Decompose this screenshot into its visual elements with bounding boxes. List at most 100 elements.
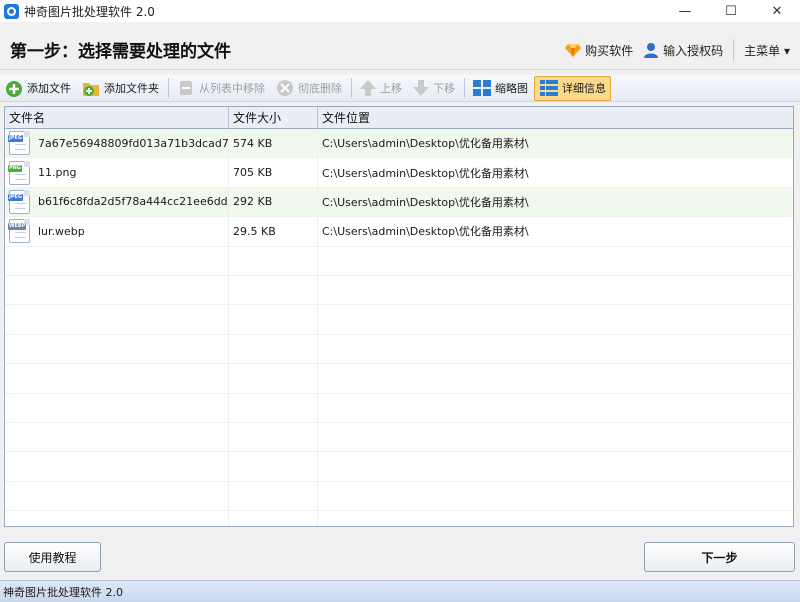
file-size-cell [229, 510, 318, 526]
file-size-cell [229, 422, 318, 452]
delete-completely-label: 彻底删除 [298, 82, 342, 95]
buy-software-label: 购买软件 [585, 43, 634, 58]
file-type-tag: PNG [8, 164, 22, 172]
file-toolbar: 添加文件 添加文件夹 从列表中移除 彻底删除 上移 下移 缩略图 详细信息 [0, 75, 800, 102]
add-file-button[interactable]: 添加文件 [0, 76, 75, 101]
window-controls: — ☐ ✕ [662, 0, 800, 22]
column-header-location[interactable]: 文件位置 [318, 107, 793, 129]
gem-icon [565, 44, 582, 57]
image-file-icon: JPEG [8, 131, 30, 156]
column-header-filename[interactable]: 文件名 [5, 107, 229, 129]
step-header: 第一步：选择需要处理的文件 购买软件 输入授权码 主菜单 ▾ [0, 30, 800, 70]
add-folder-label: 添加文件夹 [104, 82, 159, 95]
empty-row [5, 393, 793, 423]
add-folder-icon [83, 83, 99, 96]
image-file-icon: WEBP [8, 219, 30, 244]
thumbnail-view-button[interactable]: 缩略图 [468, 76, 532, 101]
delete-completely-button[interactable]: 彻底删除 [271, 76, 346, 101]
file-name: lur.webp [38, 224, 85, 238]
arrow-up-icon [360, 80, 376, 96]
file-size-cell [229, 246, 318, 276]
main-menu-button[interactable]: 主菜单 ▾ [744, 42, 790, 59]
file-list-header: 文件名 文件大小 文件位置 [5, 107, 793, 129]
file-name-cell [5, 334, 229, 364]
file-row[interactable]: JPEG b61f6c8fda2d5f78a444cc21ee6dd3... 292… [5, 187, 793, 218]
empty-row [5, 422, 793, 453]
status-text: 神奇图片批处理软件 2.0 [3, 585, 123, 599]
file-location-cell [318, 452, 793, 481]
enter-license-label: 输入授权码 [663, 43, 724, 58]
header-divider [733, 39, 735, 61]
file-list[interactable]: 文件名 文件大小 文件位置 JPEG 7a67e56948809fd013a71b… [4, 106, 794, 527]
add-file-icon [6, 81, 22, 97]
empty-row [5, 304, 793, 335]
enter-license-button[interactable]: 输入授权码 [643, 42, 723, 59]
file-size-cell: 29.5 KB [229, 216, 318, 247]
file-location-cell [318, 393, 793, 422]
file-row[interactable]: PNG 11.png 705 KB C:\Users\admin\Desktop\优化… [5, 157, 793, 188]
file-location-cell: C:\Users\admin\Desktop\优化备用素材\ [322, 166, 529, 180]
empty-row [5, 481, 793, 512]
file-name-cell [5, 393, 229, 423]
add-folder-button[interactable]: 添加文件夹 [77, 76, 163, 101]
step-title: 第一步：选择需要处理的文件 [10, 42, 231, 62]
file-size-cell: 705 KB [229, 157, 318, 188]
image-file-icon: JPEG [8, 189, 30, 214]
remove-icon [180, 81, 192, 95]
column-header-filesize[interactable]: 文件大小 [229, 107, 318, 129]
file-name-cell: WEBP lur.webp [5, 216, 229, 247]
detail-view-label: 详细信息 [562, 82, 606, 95]
file-name-cell [5, 481, 229, 511]
minimize-button[interactable]: — [662, 0, 708, 22]
file-size-cell [229, 393, 318, 423]
file-name-cell: PNG 11.png [5, 157, 229, 188]
file-location-cell: C:\Users\admin\Desktop\优化备用素材\ [322, 137, 529, 151]
file-size-cell [229, 363, 318, 394]
move-up-button[interactable]: 上移 [355, 76, 406, 101]
thumbnail-view-label: 缩略图 [495, 82, 528, 95]
file-name: 11.png [38, 166, 77, 180]
file-name-cell [5, 422, 229, 452]
file-location-cell: C:\Users\admin\Desktop\优化备用素材\ [322, 225, 529, 239]
empty-row [5, 334, 793, 365]
add-file-label: 添加文件 [27, 82, 71, 95]
file-name-cell: JPEG b61f6c8fda2d5f78a444cc21ee6dd3... [5, 187, 229, 217]
file-row[interactable]: WEBP lur.webp 29.5 KB C:\Users\admin\Deskto… [5, 216, 793, 247]
file-location-cell: C:\Users\admin\Desktop\优化备用素材\ [322, 195, 529, 209]
empty-row [5, 451, 793, 482]
user-icon [644, 43, 659, 58]
detail-view-button[interactable]: 详细信息 [534, 75, 611, 101]
header-actions: 购买软件 输入授权码 主菜单 ▾ [555, 30, 790, 70]
buy-software-button[interactable]: 购买软件 [565, 42, 633, 59]
file-name-cell [5, 246, 229, 276]
empty-row [5, 510, 793, 526]
file-size-cell [229, 275, 318, 305]
tutorial-button[interactable]: 使用教程 [4, 542, 101, 572]
detail-list-icon [540, 80, 558, 96]
file-size-cell [229, 334, 318, 364]
file-name-cell [5, 275, 229, 305]
file-location-cell [318, 422, 793, 451]
file-size-cell [229, 304, 318, 335]
file-type-tag: JPEG [8, 193, 24, 201]
empty-row [5, 363, 793, 394]
close-button[interactable]: ✕ [754, 0, 800, 22]
toolbar-divider [351, 78, 352, 98]
file-type-tag: JPEG [8, 135, 24, 143]
move-down-button[interactable]: 下移 [408, 76, 459, 101]
toolbar-divider [168, 78, 169, 98]
window-title: 神奇图片批处理软件 2.0 [24, 4, 155, 19]
file-row[interactable]: JPEG 7a67e56948809fd013a71b3dcad71... 574 … [5, 128, 793, 159]
toolbar-divider [464, 78, 465, 98]
next-step-button[interactable]: 下一步 [644, 542, 795, 572]
status-bar: 神奇图片批处理软件 2.0 [0, 580, 800, 602]
file-location-cell [318, 275, 793, 304]
file-location-cell [318, 246, 793, 275]
image-file-icon: PNG [8, 160, 30, 185]
file-size-cell: 292 KB [229, 187, 318, 217]
file-name-cell [5, 451, 229, 482]
maximize-button[interactable]: ☐ [708, 0, 754, 22]
title-bar: 神奇图片批处理软件 2.0 — ☐ ✕ [0, 0, 800, 22]
remove-from-list-button[interactable]: 从列表中移除 [172, 76, 269, 101]
arrow-down-icon [413, 80, 429, 96]
